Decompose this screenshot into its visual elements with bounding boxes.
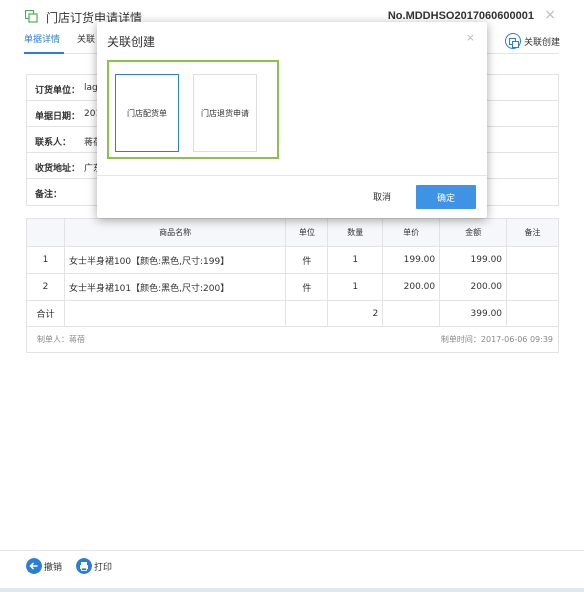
col-header: 商品名称 <box>63 218 287 247</box>
made-time-text: 制单时间：2017-06-06 09:39 <box>440 335 553 344</box>
tab-details[interactable]: 单据详情 <box>24 32 60 45</box>
cell-amount: 200.00 <box>439 273 508 301</box>
dialog-title: 关联创建 <box>107 35 156 49</box>
col-header <box>26 218 65 247</box>
table-row: 1 女士半身裙100【颜色:黑色,尺寸:199】 件 1 199.00 199.… <box>26 246 559 274</box>
option-store-distribution[interactable]: 门店配货单 <box>115 74 179 152</box>
dialog-close-icon[interactable]: × <box>466 31 475 44</box>
back-arrow-icon <box>26 558 42 574</box>
table-footer: 制单人：蒋蓓 制单时间：2017-06-06 09:39 <box>26 326 559 353</box>
table-row: 2 女士半身裙101【颜色:黑色,尺寸:200】 件 1 200.00 200.… <box>26 273 559 301</box>
revoke-label: 撤销 <box>44 562 63 573</box>
option-label: 门店退货申请 <box>201 108 249 118</box>
cell-index: 2 <box>26 273 65 301</box>
cell-empty <box>285 300 329 327</box>
col-header: 数量 <box>327 218 384 247</box>
info-label: 联系人： <box>35 138 72 148</box>
cell-note <box>506 273 559 301</box>
revoke-button[interactable]: 撤销 <box>26 558 62 574</box>
link-create-icon <box>504 33 521 49</box>
cell-empty <box>382 300 441 327</box>
cell-unit: 件 <box>285 246 329 274</box>
cancel-button[interactable]: 取消 <box>373 190 391 203</box>
info-label: 订货单位： <box>35 86 81 96</box>
cell-name: 女士半身裙101【颜色:黑色,尺寸:200】 <box>63 273 287 301</box>
confirm-button[interactable]: 确定 <box>416 185 476 209</box>
print-button[interactable]: 打印 <box>76 558 112 574</box>
option-store-return[interactable]: 门店退货申请 <box>193 74 257 152</box>
printer-icon <box>76 558 92 574</box>
cell-note <box>506 246 559 274</box>
tab-related[interactable]: 关联 <box>77 32 95 45</box>
total-amount: 399.00 <box>439 300 508 327</box>
document-copy-icon <box>25 10 38 23</box>
bottom-edge <box>0 588 584 592</box>
link-create-label: 关联创建 <box>523 37 560 48</box>
dialog-divider <box>97 175 487 176</box>
active-tab-indicator <box>24 52 64 54</box>
cell-index: 1 <box>26 246 65 274</box>
info-label: 单据日期： <box>35 112 81 122</box>
cell-name: 女士半身裙100【颜色:黑色,尺寸:199】 <box>63 246 287 274</box>
col-header: 备注 <box>506 218 559 247</box>
cell-qty: 1 <box>327 273 384 301</box>
total-label: 合计 <box>26 300 65 327</box>
table-total-row: 合计 2 399.00 <box>26 300 559 327</box>
col-header: 金额 <box>439 218 508 247</box>
col-header: 单位 <box>285 218 329 247</box>
page-close-icon[interactable]: × <box>544 7 556 23</box>
option-label: 门店配货单 <box>127 108 167 118</box>
print-label: 打印 <box>94 562 113 573</box>
options-group: 门店配货单 门店退货申请 <box>107 60 279 159</box>
goods-table: 商品名称 单位 数量 单价 金额 备注 1 女士半身裙100【颜色:黑色,尺寸:… <box>26 218 559 327</box>
col-header: 单价 <box>382 218 441 247</box>
info-value: lag <box>84 83 98 93</box>
cell-amount: 199.00 <box>439 246 508 274</box>
cell-price: 200.00 <box>382 273 441 301</box>
table-header-row: 商品名称 单位 数量 单价 金额 备注 <box>26 218 559 247</box>
cell-price: 199.00 <box>382 246 441 274</box>
info-label: 收货地址： <box>35 164 81 174</box>
cell-empty <box>506 300 559 327</box>
bottom-divider <box>0 550 584 551</box>
link-create-button[interactable]: 关联创建 <box>504 33 560 49</box>
cell-unit: 件 <box>285 273 329 301</box>
link-create-dialog: 关联创建 × 门店配货单 门店退货申请 取消 确定 <box>97 22 487 218</box>
maker-text: 制单人：蒋蓓 <box>37 335 85 344</box>
cell-empty <box>63 300 287 327</box>
total-qty: 2 <box>327 300 384 327</box>
order-number: No.MDDHSO2017060600001 <box>387 10 534 22</box>
cell-qty: 1 <box>327 246 384 274</box>
info-label: 备注： <box>35 190 63 200</box>
